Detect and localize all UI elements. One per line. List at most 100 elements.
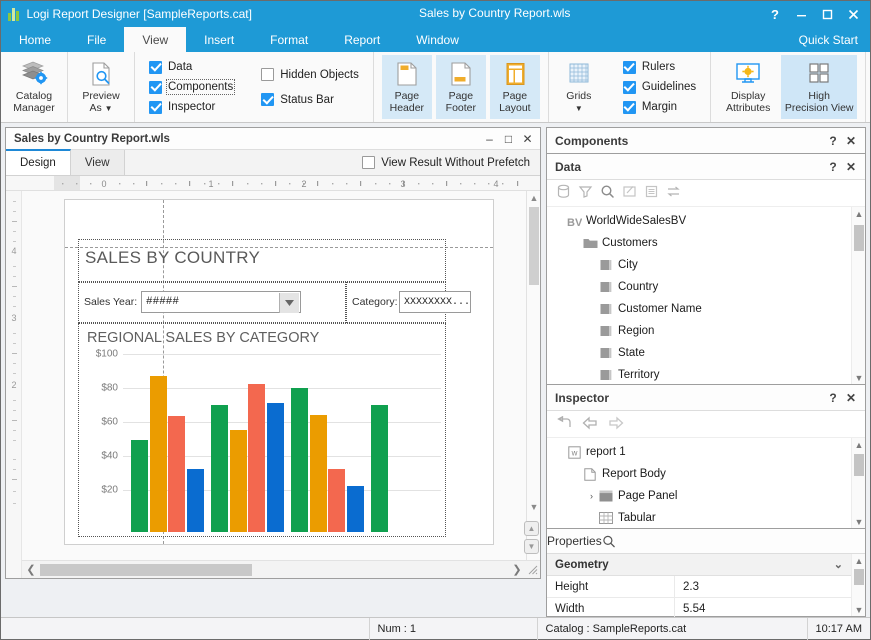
sales-year-dropdown-icon[interactable] — [279, 293, 299, 313]
inspector-help-icon[interactable]: ? — [826, 390, 840, 406]
property-row[interactable]: Height2.3 — [547, 576, 851, 598]
canvas-vscroll-thumb[interactable] — [529, 207, 539, 285]
canvas-spinner-up[interactable]: ▲ — [524, 521, 539, 536]
checkbox-margin-box[interactable] — [623, 101, 636, 114]
inspector-scroll-thumb[interactable] — [854, 454, 864, 476]
properties-scroll-thumb[interactable] — [854, 569, 864, 585]
properties-scroll-down-icon[interactable]: ▼ — [852, 603, 866, 616]
grids-caret-icon[interactable]: ▼ — [575, 103, 583, 115]
tree-node[interactable]: ⱟReport Body — [547, 463, 865, 485]
report-title-section[interactable]: SALES BY COUNTRY — [78, 239, 446, 282]
edit-icon[interactable] — [622, 184, 637, 202]
swap-icon[interactable] — [666, 184, 681, 202]
help-button[interactable]: ? — [762, 3, 788, 25]
catalog-manager-button[interactable]: Catalog Manager — [9, 55, 59, 119]
page-header-button[interactable]: Page Header — [382, 55, 432, 119]
tab-view[interactable]: View — [71, 150, 125, 175]
tree-node[interactable]: Region — [547, 320, 865, 342]
search-icon[interactable] — [600, 184, 615, 202]
report-page-area[interactable]: SALES BY COUNTRY Sales Year: ##### — [22, 191, 540, 578]
back-icon[interactable] — [582, 416, 598, 433]
inspector-close-icon[interactable]: ✕ — [844, 390, 858, 406]
properties-search-icon[interactable] — [602, 533, 616, 549]
tree-node[interactable]: ⱟTabular — [547, 507, 865, 528]
tree-expander-icon[interactable]: ⱟ — [569, 238, 582, 248]
canvas-spinner-down[interactable]: ▼ — [524, 539, 539, 554]
checkbox-inspector[interactable]: Inspector — [149, 101, 233, 114]
canvas-scroll-up-icon[interactable]: ▲ — [527, 191, 540, 205]
chart-plot-area[interactable]: $100$80$60$40$20 — [123, 354, 441, 532]
tree-expander-icon[interactable]: ⱟ — [553, 447, 566, 457]
page-footer-button[interactable]: Page Footer — [436, 55, 486, 119]
filter-icon[interactable] — [578, 184, 593, 202]
checkbox-rulers[interactable]: Rulers — [623, 61, 696, 74]
checkbox-hidden-objects-box[interactable] — [261, 68, 274, 81]
canvas-scroll-left-icon[interactable]: ❮ — [22, 563, 40, 576]
menu-item-view[interactable]: View — [124, 27, 186, 52]
tree-node[interactable]: ⱟBVWorldWideSalesBV — [547, 210, 865, 232]
prefetch-checkbox-row[interactable]: View Result Without Prefetch — [362, 150, 540, 175]
property-value[interactable]: 2.3 — [675, 576, 851, 597]
menu-item-insert[interactable]: Insert — [186, 27, 252, 52]
page-layout-button[interactable]: Page Layout — [490, 55, 540, 119]
canvas-hscroll-thumb[interactable] — [40, 564, 252, 576]
inspector-tree-scrollbar[interactable]: ▲ ▼ — [851, 438, 865, 528]
data-tree-scrollbar[interactable]: ▲ ▼ — [851, 207, 865, 384]
checkbox-margin[interactable]: Margin — [623, 101, 696, 114]
checkbox-data[interactable]: Data — [149, 61, 233, 74]
tree-node[interactable]: State — [547, 342, 865, 364]
maximize-icon[interactable] — [814, 3, 840, 25]
menu-item-home[interactable]: Home — [1, 27, 69, 52]
inspector-scroll-down-icon[interactable]: ▼ — [852, 515, 865, 528]
category-input[interactable]: XXXXXXXX... — [399, 291, 471, 313]
high-precision-view-button[interactable]: High Precision View — [781, 55, 857, 119]
tree-expander-icon[interactable]: ⱟ — [585, 513, 598, 523]
go-up-icon[interactable] — [556, 416, 572, 433]
tree-node[interactable]: City — [547, 254, 865, 276]
components-close-icon[interactable]: ✕ — [844, 133, 858, 149]
tab-design[interactable]: Design — [6, 149, 71, 175]
canvas-scroll-down-icon[interactable]: ▼ — [527, 500, 540, 514]
prefetch-checkbox-box[interactable] — [362, 156, 375, 169]
sales-year-input[interactable]: ##### — [141, 291, 301, 313]
tree-node[interactable]: Customer Name — [547, 298, 865, 320]
canvas-vertical-scrollbar[interactable]: ▲ ▼ ▲ ▼ — [526, 191, 540, 560]
window-resize-grip[interactable] — [526, 561, 540, 579]
properties-group-geometry[interactable]: Geometry ⌄ — [547, 554, 851, 576]
data-close-icon[interactable]: ✕ — [844, 159, 858, 175]
tree-node[interactable]: Country — [547, 276, 865, 298]
quick-start-link[interactable]: Quick Start — [799, 27, 870, 52]
tree-node[interactable]: ⱟwreport 1 — [547, 441, 865, 463]
display-attributes-button[interactable]: Display Attributes — [719, 55, 777, 119]
database-icon[interactable] — [556, 184, 571, 202]
checkbox-hidden-objects[interactable]: Hidden Objects — [261, 68, 359, 81]
property-value[interactable]: 5.54 — [675, 598, 851, 619]
data-tree[interactable]: ⱟBVWorldWideSalesBVⱟCustomersCityCountry… — [547, 207, 865, 384]
checkbox-guidelines-box[interactable] — [623, 81, 636, 94]
checkbox-rulers-box[interactable] — [623, 61, 636, 74]
properties-scrollbar[interactable]: ▲ ▼ — [851, 554, 865, 616]
checkbox-components-box[interactable] — [149, 81, 162, 94]
grids-button[interactable]: Grids ▼ — [557, 55, 601, 119]
document-maximize-icon[interactable]: □ — [500, 130, 517, 147]
tree-node[interactable]: ›Page Panel — [547, 485, 865, 507]
properties-scroll-up-icon[interactable]: ▲ — [852, 554, 866, 567]
canvas-hscroll-track[interactable] — [40, 561, 508, 579]
checkbox-data-box[interactable] — [149, 61, 162, 74]
properties-group-collapse-icon[interactable]: ⌄ — [834, 558, 851, 571]
canvas-horizontal-scrollbar[interactable]: ❮ ❯ — [22, 560, 540, 578]
tree-expander-icon[interactable]: ⱟ — [569, 469, 582, 479]
tree-expander-icon[interactable]: › — [585, 491, 598, 501]
inspector-tree[interactable]: ⱟwreport 1ⱟReport Body›Page PanelⱟTabula… — [547, 438, 865, 528]
list-icon[interactable] — [644, 184, 659, 202]
document-minimize-icon[interactable]: – — [481, 130, 498, 147]
chart-section[interactable]: REGIONAL SALES BY CATEGORY $100$80$60$40… — [78, 323, 446, 537]
data-tree-scroll-up-icon[interactable]: ▲ — [852, 207, 865, 220]
preview-as-button[interactable]: Preview As ▼ — [76, 55, 126, 119]
checkbox-status-bar[interactable]: Status Bar — [261, 93, 359, 106]
forward-icon[interactable] — [608, 416, 624, 433]
checkbox-inspector-box[interactable] — [149, 101, 162, 114]
checkbox-guidelines[interactable]: Guidelines — [623, 81, 696, 94]
tree-expander-icon[interactable]: ⱟ — [553, 216, 566, 226]
checkbox-components[interactable]: Components — [149, 81, 233, 94]
